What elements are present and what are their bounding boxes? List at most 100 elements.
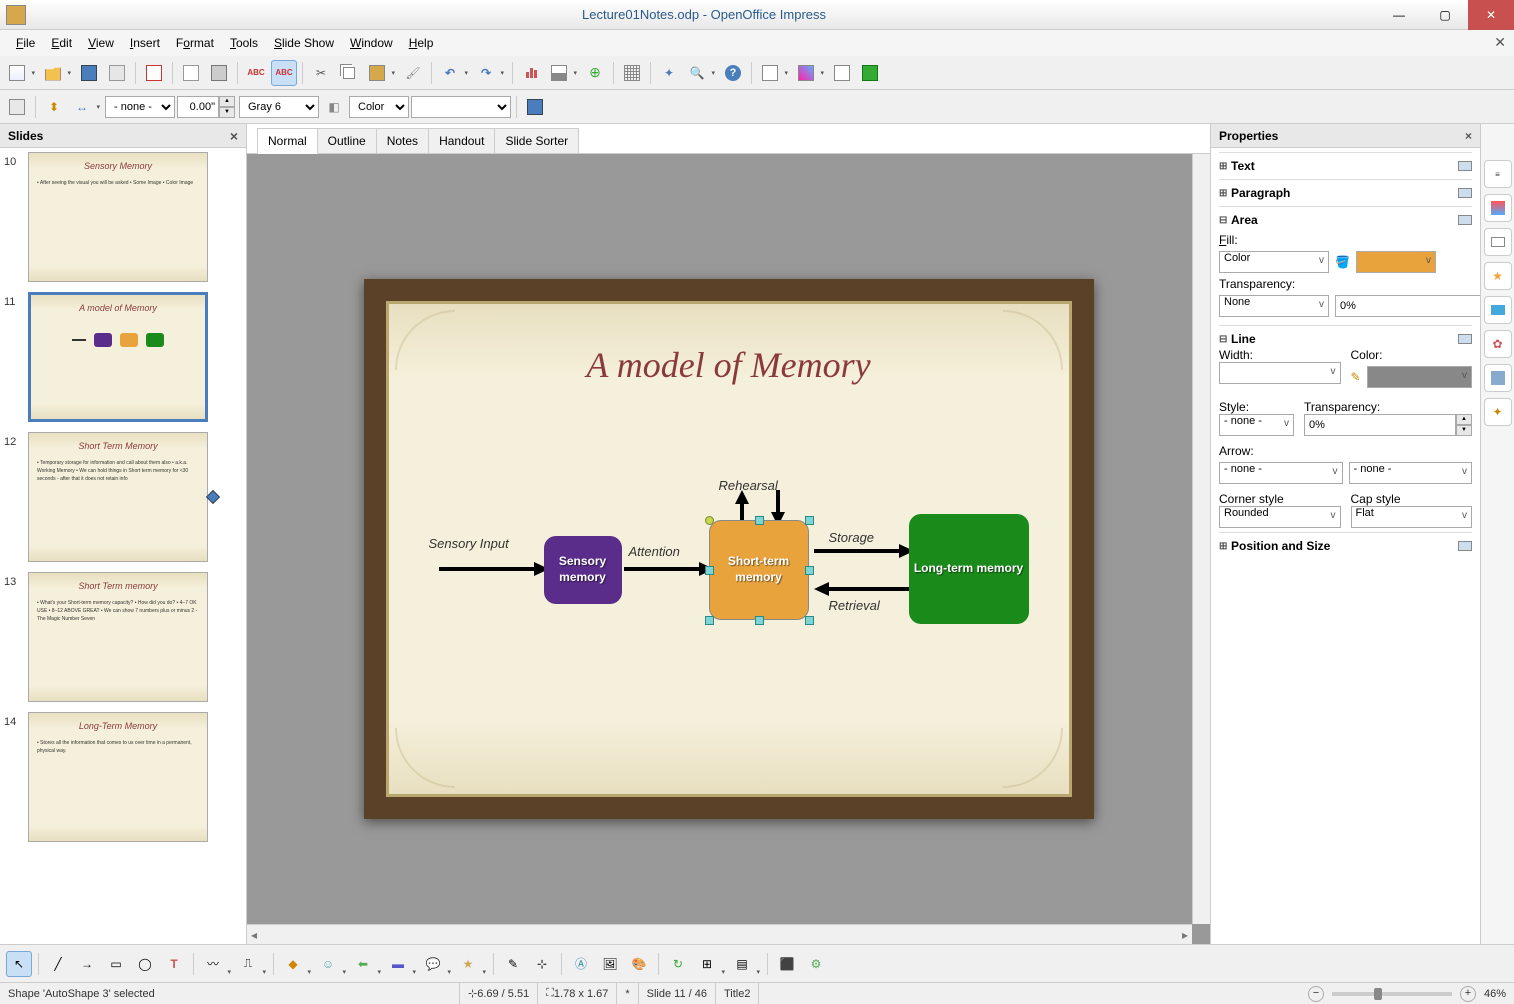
section-line[interactable]: ⊟Line (1219, 330, 1472, 348)
block-arrows-tool[interactable]: ⬅ (350, 951, 376, 977)
rotate-tool[interactable]: ↻ (665, 951, 691, 977)
menu-file[interactable]: File (8, 33, 43, 53)
zoom-in-button[interactable]: + (1460, 986, 1476, 1002)
menu-insert[interactable]: Insert (122, 33, 168, 53)
fill-type-select[interactable]: Color (349, 96, 409, 118)
sidebar-properties-icon[interactable]: ≡ (1484, 160, 1512, 188)
help-button[interactable]: ? (720, 60, 746, 86)
sidebar-styles-icon[interactable] (1484, 364, 1512, 392)
menu-help[interactable]: Help (401, 33, 442, 53)
fontwork-tool[interactable]: Ⓐ (568, 951, 594, 977)
line-width-select[interactable] (1219, 362, 1341, 384)
tab-notes[interactable]: Notes (376, 128, 429, 153)
flip-button[interactable] (4, 94, 30, 120)
slide-thumb[interactable]: 11 A model of Memory (4, 292, 242, 422)
rectangle-tool[interactable]: ▭ (103, 951, 129, 977)
line-color-select[interactable] (1367, 366, 1472, 388)
section-position-size[interactable]: ⊞Position and Size (1219, 537, 1472, 555)
points-tool[interactable]: ✎ (500, 951, 526, 977)
sidebar-transition-icon[interactable] (1484, 296, 1512, 324)
new-button[interactable] (4, 60, 30, 86)
chart-button[interactable] (518, 60, 544, 86)
close-button[interactable]: ✕ (1468, 0, 1514, 30)
maximize-button[interactable]: ▢ (1422, 0, 1468, 30)
sidebar-navigator-icon[interactable]: ✦ (1484, 398, 1512, 426)
box-sensory-memory[interactable]: Sensory memory (544, 536, 622, 604)
box-short-term-memory[interactable]: Short-term memory (709, 520, 809, 620)
extrusion-tool[interactable]: ⬛ (774, 951, 800, 977)
display-grid-button[interactable] (619, 60, 645, 86)
from-file-tool[interactable]: 🖼 (597, 951, 623, 977)
menu-edit[interactable]: Edit (43, 33, 80, 53)
select-tool[interactable]: ↖ (6, 951, 32, 977)
slides-list[interactable]: 10 Sensory Memory • After seeing the vis… (0, 148, 246, 944)
format-paintbrush-button[interactable]: 🖌 (400, 60, 426, 86)
table-button[interactable] (546, 60, 572, 86)
tab-handout[interactable]: Handout (428, 128, 495, 153)
copy-button[interactable] (336, 60, 362, 86)
arrow-style-button[interactable]: ⬍ (41, 94, 67, 120)
slide-thumb[interactable]: 10 Sensory Memory • After seeing the vis… (4, 152, 242, 282)
transparency-type-select[interactable]: None (1219, 295, 1329, 317)
slide-title[interactable]: A model of Memory (419, 344, 1039, 386)
connector-tool[interactable]: ⎍ (235, 951, 261, 977)
edit-file-button[interactable] (141, 60, 167, 86)
line-tool[interactable]: ╱ (45, 951, 71, 977)
fill-color-select[interactable] (1356, 251, 1436, 273)
corner-style-select[interactable]: Rounded (1219, 506, 1341, 528)
section-text[interactable]: ⊞Text (1219, 157, 1472, 175)
slide-button[interactable] (757, 60, 783, 86)
gallery-tool[interactable]: 🎨 (626, 951, 652, 977)
line-transparency-spinner[interactable]: ▲▼ (1304, 414, 1472, 436)
box-long-term-memory[interactable]: Long-term memory (909, 514, 1029, 624)
tab-slide-sorter[interactable]: Slide Sorter (494, 128, 579, 153)
vertical-scrollbar[interactable] (1192, 154, 1210, 924)
menu-format[interactable]: Format (168, 33, 222, 53)
horizontal-scrollbar[interactable] (247, 924, 1192, 944)
basic-shapes-tool[interactable]: ◆ (280, 951, 306, 977)
curve-tool[interactable]: 〰 (200, 951, 226, 977)
zoom-button[interactable]: 🔍 (684, 60, 710, 86)
slide-thumb[interactable]: 12 Short Term Memory • Temporary storage… (4, 432, 242, 562)
properties-close[interactable]: × (1465, 129, 1472, 143)
interaction-tool[interactable]: ⚙ (803, 951, 829, 977)
redo-button[interactable]: ↷ (473, 60, 499, 86)
sidebar-gallery-icon[interactable] (1484, 194, 1512, 222)
transparency-spinner[interactable]: ▲▼ (1335, 295, 1480, 317)
gluepoints-tool[interactable]: ⊹ (529, 951, 555, 977)
slide-canvas[interactable]: A model of Memory Sensory Input Attentio… (247, 154, 1210, 944)
undo-button[interactable]: ↶ (437, 60, 463, 86)
sidebar-animation-icon[interactable]: ✿ (1484, 330, 1512, 358)
text-tool[interactable]: T (161, 951, 187, 977)
tab-normal[interactable]: Normal (257, 128, 318, 154)
stars-tool[interactable]: ★ (455, 951, 481, 977)
open-button[interactable] (40, 60, 66, 86)
menu-tools[interactable]: Tools (222, 33, 266, 53)
line-style-select[interactable]: - none - (105, 96, 175, 118)
slide-thumb[interactable]: 14 Long-Term Memory • Stores all the inf… (4, 712, 242, 842)
navigator-button[interactable]: ✦ (656, 60, 682, 86)
line-color-select[interactable]: Gray 6 (239, 96, 319, 118)
sidebar-star-icon[interactable]: ★ (1484, 262, 1512, 290)
slide-show-button[interactable] (857, 60, 883, 86)
arrow-tool[interactable]: → (74, 951, 100, 977)
line-style-select[interactable]: - none - (1219, 414, 1294, 436)
tab-outline[interactable]: Outline (317, 128, 377, 153)
slide-layout-button[interactable] (829, 60, 855, 86)
fill-type-select[interactable]: Color (1219, 251, 1329, 273)
zoom-value[interactable]: 46% (1476, 983, 1514, 1004)
document-close-button[interactable]: ✕ (1494, 34, 1506, 51)
section-paragraph[interactable]: ⊞Paragraph (1219, 184, 1472, 202)
paste-button[interactable] (364, 60, 390, 86)
slide-thumb[interactable]: 13 Short Term memory • What's your Short… (4, 572, 242, 702)
autospell-button[interactable]: ABC (271, 60, 297, 86)
arrow-ends-button[interactable]: ↔ (69, 94, 95, 120)
symbol-shapes-tool[interactable]: ☺ (315, 951, 341, 977)
cut-button[interactable]: ✂ (308, 60, 334, 86)
arrange-tool[interactable]: ▤ (729, 951, 755, 977)
area-button[interactable]: ◧ (321, 94, 347, 120)
arrow-end-select[interactable]: - none - (1349, 462, 1473, 484)
flowchart-tool[interactable]: ▬ (385, 951, 411, 977)
slide-design-button[interactable] (793, 60, 819, 86)
spellcheck-button[interactable]: ABC (243, 60, 269, 86)
